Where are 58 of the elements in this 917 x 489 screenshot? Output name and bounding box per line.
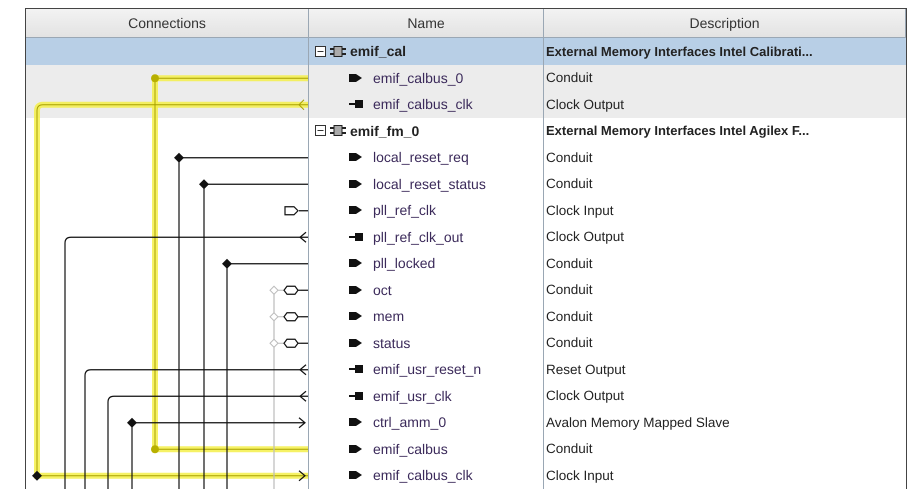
port-in-icon [349, 470, 363, 480]
port-in-icon [349, 444, 363, 454]
port-out-icon [349, 232, 363, 242]
port-description: Conduit [546, 441, 593, 456]
port-in-icon [349, 205, 363, 216]
port-in-icon [349, 417, 363, 428]
component-icon [330, 125, 346, 136]
component-name: emif_cal [350, 43, 406, 60]
port-description: Avalon Memory Mapped Slave [546, 414, 730, 430]
component-description: External Memory Interfaces Intel Calibrati... [546, 44, 813, 59]
port-name: oct [373, 282, 392, 298]
port-in-icon [349, 72, 363, 83]
port-in-icon [349, 152, 363, 162]
port-in-icon [349, 284, 363, 295]
port-description: Clock Output [546, 96, 624, 112]
port-description: Reset Output [546, 362, 626, 377]
port-out-icon [349, 364, 363, 374]
port-name: emif_calbus_clk [373, 467, 473, 484]
port-description: Conduit [546, 335, 593, 350]
table-row[interactable]: emif_cal External Memory Interfaces Intel Calibrati... [26, 38, 906, 64]
port-out-icon [349, 390, 363, 401]
port-in-icon [349, 338, 363, 348]
port-name: mem [373, 308, 404, 324]
port-name: pll_locked [373, 255, 436, 272]
component-name: emif_fm_0 [350, 122, 420, 139]
collapse-icon[interactable] [315, 125, 326, 136]
port-name: emif_usr_reset_n [373, 361, 482, 378]
port-name: local_reset_req [373, 149, 469, 166]
column-header[interactable]: Connections [26, 9, 309, 37]
port-in-icon [349, 178, 363, 189]
component-description: External Memory Interfaces Intel Agilex F... [546, 123, 810, 138]
port-name: emif_calbus [373, 440, 448, 457]
port-description: Clock Output [546, 229, 624, 244]
collapse-icon[interactable] [315, 46, 326, 57]
port-description: Conduit [546, 282, 593, 298]
column-header[interactable]: Description [544, 9, 906, 37]
port-description: Conduit [546, 176, 593, 192]
port-description: Conduit [546, 150, 593, 165]
port-name: emif_calbus_0 [373, 70, 464, 86]
port-in-icon [349, 311, 363, 322]
port-description: Conduit [546, 308, 593, 324]
port-name: pll_ref_clk [373, 202, 436, 218]
port-name: status [373, 334, 410, 351]
port-description: Clock Output [546, 388, 624, 404]
column-header[interactable]: Name [309, 9, 544, 37]
port-name: emif_calbus_clk [373, 96, 473, 112]
table-row[interactable]: emif_fm_0 External Memory Interfaces Intel Agilex F... [26, 118, 906, 144]
port-in-icon [349, 258, 363, 268]
component-icon [330, 46, 346, 57]
port-name: ctrl_amm_0 [373, 414, 446, 430]
port-description: Conduit [546, 70, 593, 86]
port-description: Conduit [546, 256, 593, 271]
port-name: emif_usr_clk [373, 388, 452, 404]
port-description: Clock Input [546, 468, 614, 483]
port-name: local_reset_status [373, 176, 486, 192]
port-description: Clock Input [546, 202, 614, 218]
port-name: pll_ref_clk_out [373, 228, 464, 245]
port-out-icon [349, 99, 363, 110]
